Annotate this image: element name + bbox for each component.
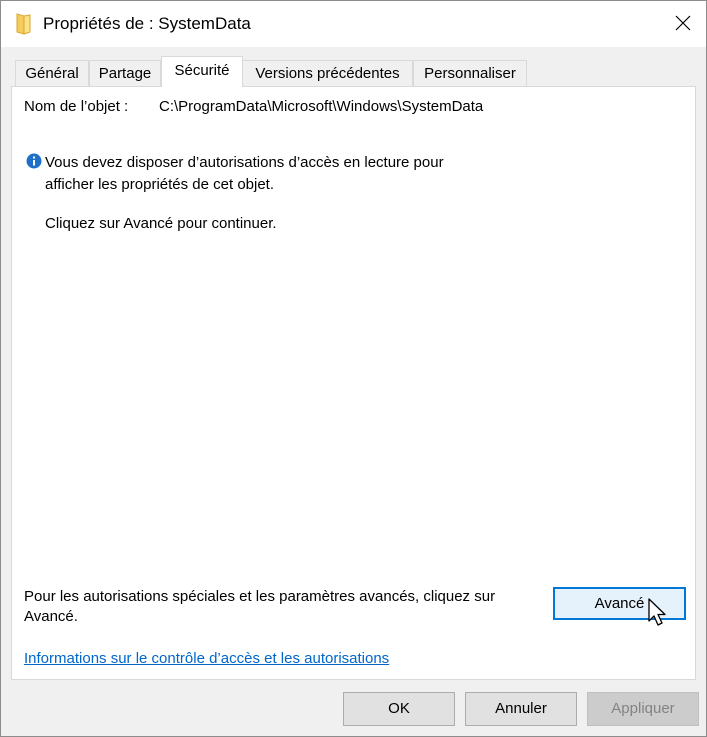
info-message-line1: Vous devez disposer d’autorisations d’ac… — [45, 154, 444, 171]
ok-button-label: OK — [388, 700, 410, 717]
tab-label: Versions précédentes — [255, 65, 400, 82]
access-control-help-link[interactable]: Informations sur le contrôle d’accès et … — [24, 648, 389, 669]
tab-security[interactable]: Sécurité — [161, 56, 243, 87]
tab-customize[interactable]: Personnaliser — [413, 60, 527, 86]
info-message-line2: afficher les propriétés de cet objet. — [45, 176, 275, 193]
special-permissions-text-line1: Pour les autorisations spéciales et les … — [24, 588, 496, 605]
title-bar[interactable]: Propriétés de : SystemData — [1, 1, 706, 47]
close-icon — [675, 15, 691, 31]
cancel-button[interactable]: Annuler — [465, 692, 577, 726]
object-name-label: Nom de l’objet : — [24, 98, 129, 115]
cancel-button-label: Annuler — [495, 700, 547, 717]
tab-general[interactable]: Général — [15, 60, 89, 86]
info-icon — [26, 153, 42, 169]
object-name-value: C:\ProgramData\Microsoft\Windows\SystemD… — [159, 98, 484, 115]
tab-label: Sécurité — [174, 62, 230, 79]
apply-button-label: Appliquer — [611, 700, 675, 717]
close-button[interactable] — [660, 1, 706, 47]
properties-dialog: Propriétés de : SystemData Général Parta… — [0, 0, 707, 737]
special-permissions-text-line2: Avancé. — [24, 608, 78, 625]
advanced-button-label: Avancé — [594, 595, 645, 612]
window-title: Propriétés de : SystemData — [43, 14, 251, 33]
tab-label: Partage — [98, 65, 152, 82]
continue-instruction: Cliquez sur Avancé pour continuer. — [45, 215, 277, 232]
ok-button[interactable]: OK — [343, 692, 455, 726]
apply-button[interactable]: Appliquer — [587, 692, 699, 726]
tab-label: Général — [25, 65, 79, 82]
tab-sharing[interactable]: Partage — [89, 60, 161, 86]
mouse-cursor-icon — [647, 597, 671, 627]
tab-previous-versions[interactable]: Versions précédentes — [242, 60, 413, 86]
folder-icon — [15, 13, 33, 35]
security-panel: Nom de l’objet : C:\ProgramData\Microsof… — [11, 86, 696, 680]
tab-label: Personnaliser — [424, 65, 516, 82]
